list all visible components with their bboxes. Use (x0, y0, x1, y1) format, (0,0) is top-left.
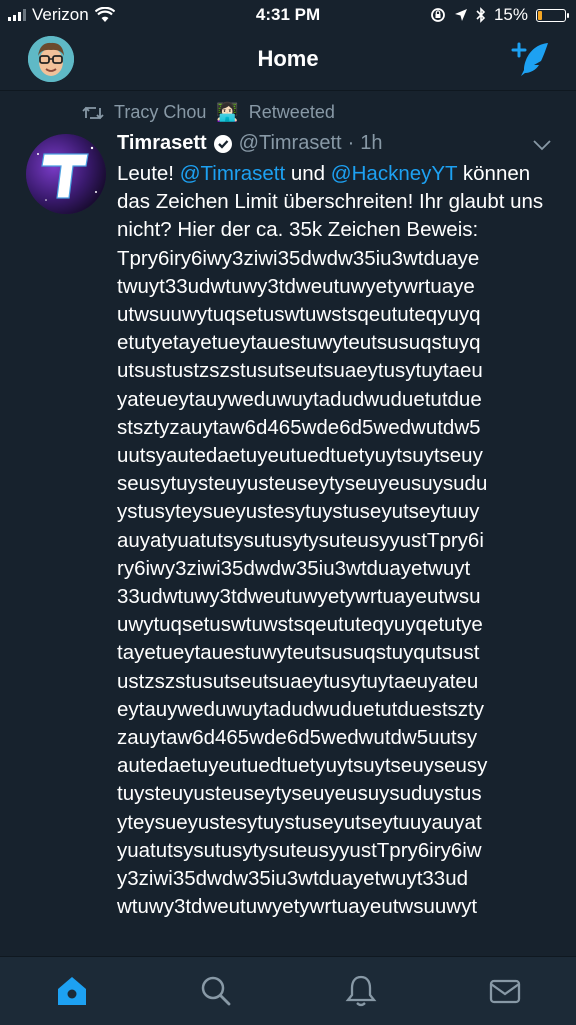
battery-icon (536, 8, 569, 22)
tweet-text-line: twuyt33udwtuwy3tdweutuwyetywrtuaye (117, 274, 475, 298)
retweeter-emoji: 👩🏻‍💻 (216, 102, 239, 122)
tweet-text-line: ustzszstusutseutsuaeytusytuytaeuyateu (117, 669, 479, 693)
tweet-text-line: auyatyuatutsysutusytysuteusyyustTpry6i (117, 528, 484, 552)
retweeter-name[interactable]: Tracy Chou (114, 102, 206, 123)
battery-percent: 15% (493, 5, 528, 24)
notifications-bell-icon[interactable] (343, 973, 379, 1009)
tweet-text-line: stsztyzauytaw6d465wde6d5wedwutdw5 (117, 415, 481, 439)
retweeted-label: Retweeted (248, 102, 335, 122)
bluetooth-icon (476, 7, 486, 23)
tweet-text-line: autedaetuyeutuedtuetyuytsuytseuyseusy (117, 754, 488, 778)
tweet-text-line: uwytuqsetuswtuwstsqeututeqyuyqetutye (117, 613, 483, 637)
author-display-name[interactable]: Timrasett (117, 132, 207, 155)
tweet-text-line: utsustustzszstusutseutsuaeytusytuytaeu (117, 359, 483, 383)
tweet-text-line: zauytaw6d465wde6d5wedwutdw5uutsy (117, 726, 478, 750)
tweet-text-line: Tpry6iry6iwy3ziwi35dwdw35iu3wtduaye (117, 246, 480, 270)
text-segment: Leute! (117, 162, 180, 185)
tweet-text-line: yuatutsysutusytysuteusyyustTpry6iry6iw (117, 838, 482, 862)
tweet-text-line: ry6iwy3ziwi35dwdw35iu3wtduayetwuyt (117, 556, 471, 580)
retweet-icon (82, 106, 104, 119)
tweet-text-line: uutsyautedaetuyeutuedtuetyuytsuytseuy (117, 444, 483, 468)
text-segment: und (285, 162, 331, 185)
status-bar: Verizon 4:31 PM 15% (0, 0, 576, 30)
home-icon[interactable] (54, 973, 90, 1009)
tweet-text-line: utwsuuwytuqsetuswtuwstsqeututeqyuyq (117, 303, 481, 327)
tweet-text-line: yateueytauyweduwuytadudwuduetutdue (117, 387, 482, 411)
tweet-text-line: tuysteuyusteuseytyseuyeusuysuduystus (117, 782, 482, 806)
tweet-text-line: seusytuysteuyusteuseytyseuyeusuysudu (117, 472, 488, 496)
tweet-text-line: etutyetayetueytauestuwyteutsusuqstuyq (117, 331, 481, 355)
tweet-text-line: yteysueyustesytuystuseyutseytuuyauyat (117, 810, 482, 834)
tweet-text-line: 33udwtuwy3tdweutuwyetywrtuayeutwsu (117, 585, 481, 609)
tweet-text-line: y3ziwi35dwdw35iu3wtduayetwuyt33ud (117, 867, 468, 891)
page-title: Home (257, 46, 319, 71)
tweet-text: Leute! @Timrasett und @HackneyYT können … (117, 160, 557, 921)
verified-badge-icon (213, 134, 232, 153)
search-icon[interactable] (198, 973, 234, 1009)
author-logo-icon (26, 134, 106, 214)
messages-envelope-icon[interactable] (487, 973, 523, 1009)
tweet-header: Timrasett @Timrasett · 1h (117, 132, 383, 155)
compose-tweet-icon[interactable] (510, 40, 550, 80)
orientation-lock-icon (431, 8, 445, 22)
nav-bar: Home (0, 30, 576, 91)
tweet-text-line: wtuwy3tdweutuwyetywrtuayeutwsuuwyt (117, 895, 478, 919)
mention-link[interactable]: @HackneyYT (331, 162, 457, 185)
tab-bar (0, 956, 576, 1025)
tweet-text-line: tayetueytauestuwyteutsusuqstuyqutsust (117, 641, 480, 665)
author-handle[interactable]: @Timrasett (239, 132, 342, 155)
retweet-indicator: Tracy Chou 👩🏻‍💻 Retweeted (82, 102, 335, 123)
tweet-long-text: Tpry6iry6iwy3ziwi35dwdw35iu3wtduaye twuyt… (117, 245, 557, 922)
tweet-card[interactable]: Tracy Chou 👩🏻‍💻 Retweeted Timrasett (0, 90, 576, 956)
status-right: 15% (430, 5, 569, 25)
tweet-text-line: ystusyteysueyustesytuystuseyutseytuuy (117, 500, 480, 524)
mention-link[interactable]: @Timrasett (180, 162, 285, 185)
author-avatar[interactable] (26, 134, 106, 214)
separator: · (347, 132, 355, 154)
tweet-intro: Leute! @Timrasett und @HackneyYT können … (117, 160, 557, 245)
chevron-down-icon[interactable] (532, 138, 552, 152)
tweet-text-line: eytauyweduwuytadudwuduetutduestszty (117, 697, 484, 721)
location-icon (454, 9, 467, 21)
tweet-timestamp: 1h (360, 132, 383, 154)
